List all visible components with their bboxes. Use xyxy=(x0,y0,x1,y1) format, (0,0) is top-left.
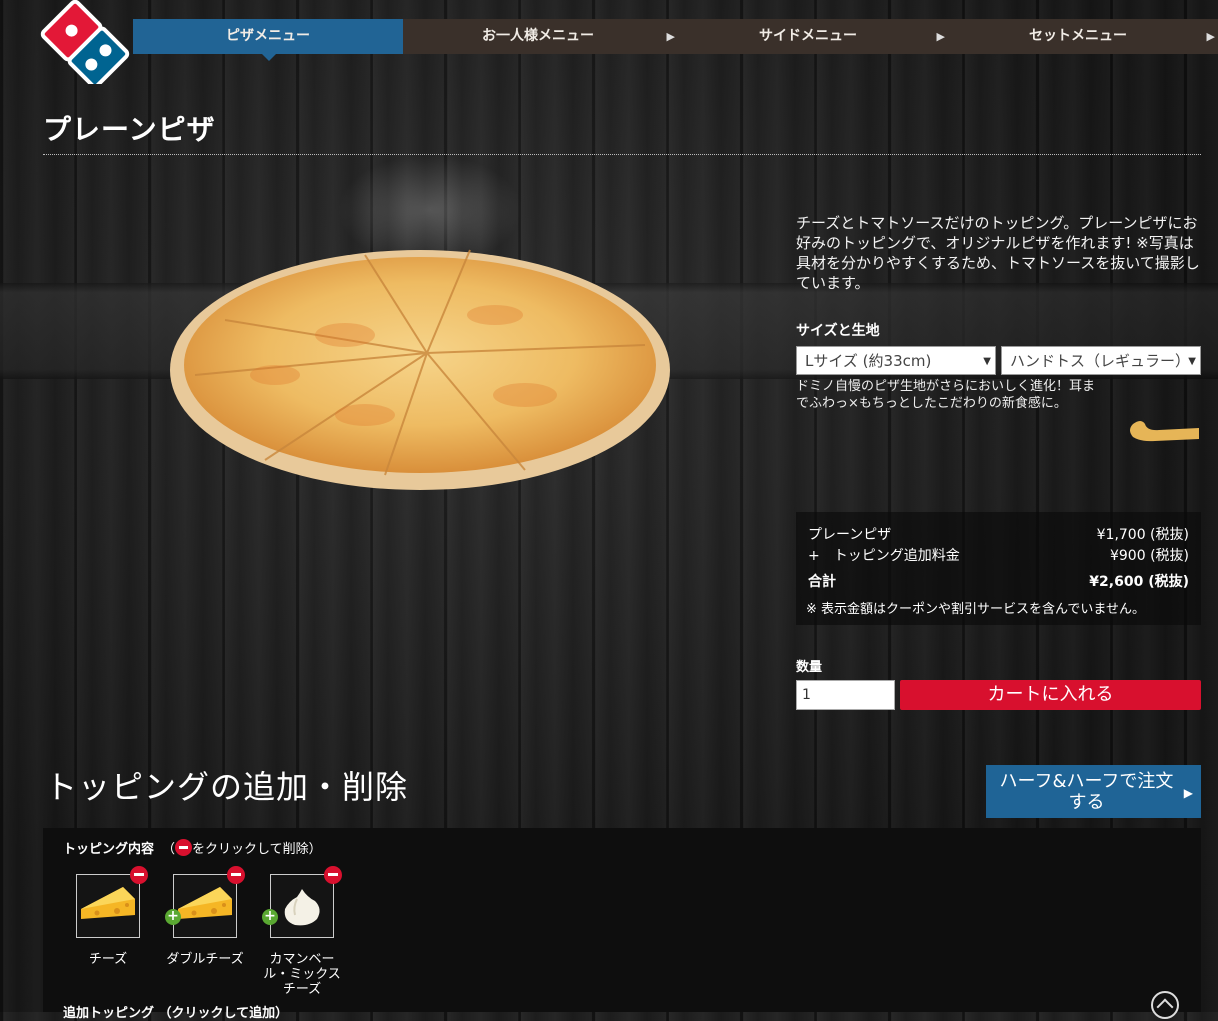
page-title: プレーンピザ xyxy=(43,113,216,146)
price-summary: プレーンピザ ¥1,700 (税抜) + トッピング追加料金 ¥900 (税抜)… xyxy=(796,512,1201,625)
topping-contents-label: トッピング内容 xyxy=(63,842,155,857)
remove-icon xyxy=(175,839,193,856)
topping-contents-hint: （ をクリックして削除） xyxy=(162,839,322,857)
remove-topping-button[interactable] xyxy=(324,866,342,884)
size-select-value: Lサイズ (約33cm) xyxy=(805,352,932,370)
add-topping-icon[interactable]: + xyxy=(262,909,278,925)
nav-single-menu[interactable]: お一人様メニュー ▶ xyxy=(403,19,675,54)
toppings-heading: トッピングの追加・削除 xyxy=(45,768,409,806)
scroll-to-top-icon[interactable] xyxy=(1151,991,1179,1019)
hint-text: をクリックして削除） xyxy=(192,842,322,857)
topping-label: ダブルチーズ xyxy=(166,952,244,967)
nav-label: サイドメニュー xyxy=(759,28,857,44)
size-crust-label: サイズと生地 xyxy=(796,323,880,339)
add-to-cart-button[interactable]: カートに入れる xyxy=(900,680,1201,710)
price-row-item: プレーンピザ ¥1,700 (税抜) xyxy=(808,524,1189,544)
price-note: ※ 表示金額はクーポンや割引サービスを含んでいません。 xyxy=(806,602,1145,617)
cheese-icon xyxy=(178,887,232,919)
price-row-topping: + トッピング追加料金 ¥900 (税抜) xyxy=(808,545,1189,565)
nav-label: ピザメニュー xyxy=(226,28,310,44)
price-row-total: 合計 ¥2,600 (税抜) xyxy=(808,571,1189,591)
topping-fee-price: ¥900 (税抜) xyxy=(1109,548,1189,564)
total-price: ¥2,600 (税抜) xyxy=(1089,574,1189,590)
topping-label: カマンベール・ミックスチーズ xyxy=(263,952,341,997)
quantity-label: 数量 xyxy=(796,660,823,675)
nav-pizza-menu[interactable]: ピザメニュー xyxy=(133,19,403,61)
topping-contents-header: トッピング内容 （ をクリックして削除） xyxy=(63,838,322,857)
nav-label: お一人様メニュー xyxy=(482,28,594,44)
topping-label: チーズ xyxy=(88,952,128,967)
dough-image xyxy=(1125,410,1201,444)
camembert-cheese-icon xyxy=(284,889,320,926)
nav-side-menu[interactable]: サイドメニュー ▶ xyxy=(673,19,945,54)
chevron-down-icon: ▼ xyxy=(1188,356,1196,367)
topping-fee-label: + トッピング追加料金 xyxy=(808,548,960,564)
dough-description: ドミノ自慢のピザ生地がさらにおいしく進化！耳までふわっ×もちっとしたこだわりの新… xyxy=(796,379,1096,411)
chevron-right-icon: ▶ xyxy=(1183,786,1193,800)
pizza-image xyxy=(165,225,675,505)
half-button-label: ハーフ&ハーフで注文する xyxy=(999,771,1174,813)
topping-tile-cheese[interactable] xyxy=(76,866,148,938)
dominos-logo[interactable] xyxy=(40,0,130,89)
main-nav: ピザメニュー お一人様メニュー ▶ サイドメニュー ▶ セットメニュー ▶ xyxy=(133,19,1218,61)
total-label: 合計 xyxy=(808,574,836,590)
remove-topping-button[interactable] xyxy=(227,866,245,884)
size-select[interactable]: Lサイズ (約33cm) ▼ xyxy=(796,346,996,375)
crust-select-value: ハンドトス（レギュラー） xyxy=(1010,352,1191,370)
nav-set-menu[interactable]: セットメニュー ▶ xyxy=(943,19,1215,54)
quantity-input[interactable] xyxy=(796,680,895,710)
item-name: プレーンピザ xyxy=(808,527,892,543)
add-topping-icon[interactable]: + xyxy=(165,909,181,925)
chevron-right-icon: ▶ xyxy=(1206,30,1215,43)
item-price: ¥1,700 (税抜) xyxy=(1096,527,1189,543)
toppings-panel: トッピング内容 （ をクリックして削除） チーズ + ダブルチーズ + カマンベール… xyxy=(43,828,1201,1021)
half-and-half-button[interactable]: ハーフ&ハーフで注文する ▶ xyxy=(986,765,1201,818)
hint-paren: （ xyxy=(162,842,176,857)
remove-topping-button[interactable] xyxy=(130,866,148,884)
nav-label: セットメニュー xyxy=(1029,28,1127,44)
cheese-icon xyxy=(81,887,135,919)
crust-select[interactable]: ハンドトス（レギュラー） ▼ xyxy=(1001,346,1201,375)
chevron-down-icon: ▼ xyxy=(983,356,991,367)
product-description: チーズとトマトソースだけのトッピング。プレーンピザにお好みのトッピングで、オリジ… xyxy=(796,214,1200,292)
topping-tile-double-cheese[interactable]: + xyxy=(165,866,245,938)
title-divider xyxy=(43,154,1201,155)
topping-tile-camembert[interactable]: + xyxy=(262,866,342,938)
